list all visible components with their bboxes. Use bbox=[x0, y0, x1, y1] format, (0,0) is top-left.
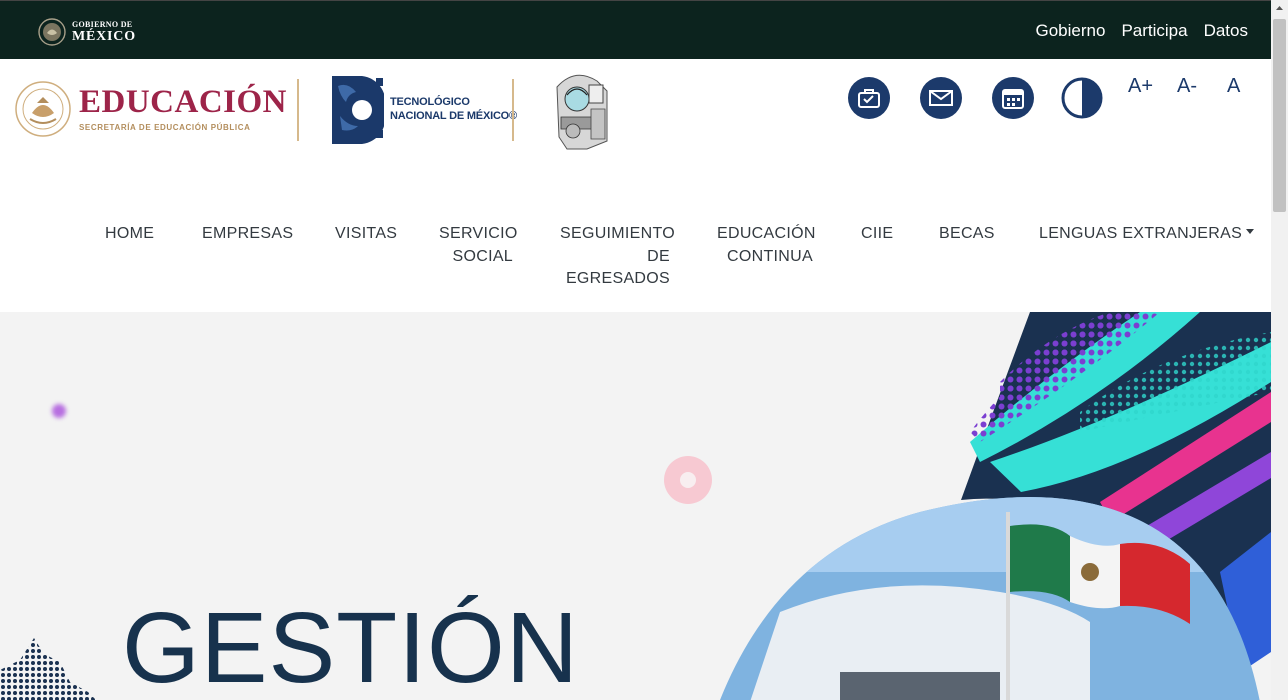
caret-down-icon bbox=[1246, 229, 1255, 235]
site-header: EDUCACIÓN SECRETARÍA DE EDUCACIÓN PÚBLIC… bbox=[0, 59, 1271, 312]
font-increase-button[interactable]: A+ bbox=[1128, 75, 1153, 98]
gov-logo-line2: MÉXICO bbox=[72, 28, 136, 44]
gobierno-de-mexico-logo[interactable]: GOBIERNO DE MÉXICO bbox=[38, 17, 136, 47]
sep-subtitle: SECRETARÍA DE EDUCACIÓN PÚBLICA bbox=[79, 123, 251, 132]
gov-link-datos[interactable]: Datos bbox=[1204, 21, 1248, 41]
font-decrease-button[interactable]: A- bbox=[1177, 75, 1197, 98]
nav-educacion-continua[interactable]: EDUCACIÓN CONTINUA bbox=[717, 223, 815, 268]
instituto-tecnologico-logo[interactable] bbox=[551, 69, 615, 151]
tecnm-gear-icon bbox=[332, 76, 384, 144]
logo-divider bbox=[512, 79, 514, 141]
hero-graphic bbox=[720, 312, 1271, 700]
nav-becas[interactable]: BECAS bbox=[939, 223, 995, 246]
sep-title: EDUCACIÓN bbox=[79, 84, 288, 120]
nav-lenguas-label: LENGUAS EXTRANJERAS bbox=[1039, 225, 1243, 242]
scroll-up-arrow-icon[interactable] bbox=[1271, 0, 1288, 17]
decorative-halftone bbox=[0, 638, 96, 700]
calendar-icon bbox=[1002, 89, 1024, 109]
contrast-icon bbox=[1061, 77, 1103, 119]
gov-top-bar: GOBIERNO DE MÉXICO Gobierno Participa Da… bbox=[0, 0, 1271, 59]
gov-link-gobierno[interactable]: Gobierno bbox=[1036, 21, 1106, 41]
logo-divider bbox=[297, 79, 299, 141]
nav-empresas[interactable]: EMPRESAS bbox=[202, 223, 293, 246]
mexico-seal-icon bbox=[38, 18, 66, 46]
font-reset-button[interactable]: A bbox=[1227, 75, 1240, 98]
envelope-icon bbox=[929, 90, 953, 106]
nav-visitas[interactable]: VISITAS bbox=[335, 223, 397, 246]
nav-lenguas-extranjeras-dropdown[interactable]: LENGUAS EXTRANJERAS bbox=[1039, 223, 1255, 246]
hero-section: GESTIÓN bbox=[0, 312, 1271, 700]
tecnm-line1: TECNOLÓGICO bbox=[390, 96, 470, 109]
decorative-dot bbox=[52, 404, 66, 418]
tecnm-line2: NACIONAL DE MÉXICO® bbox=[390, 109, 517, 122]
page-scrollbar[interactable] bbox=[1271, 0, 1288, 700]
nav-seguimiento-egresados[interactable]: SEGUIMIENTO DE EGRESADOS bbox=[560, 223, 675, 291]
gov-logo-line1: GOBIERNO DE bbox=[72, 19, 133, 29]
nav-home[interactable]: HOME bbox=[105, 223, 154, 246]
contact-button[interactable] bbox=[920, 77, 962, 119]
hero-title: GESTIÓN bbox=[122, 592, 580, 700]
accessibility-tools: A+ A- A bbox=[831, 75, 1271, 127]
tecnm-logo[interactable]: TECNOLÓGICO NACIONAL DE MÉXICO® bbox=[332, 72, 517, 147]
mailbox-icon bbox=[858, 89, 880, 108]
nav-servicio-social[interactable]: SERVICIO SOCIAL bbox=[439, 223, 517, 268]
contrast-button[interactable] bbox=[1061, 77, 1103, 119]
mailbox-button[interactable] bbox=[848, 77, 890, 119]
nav-ciie[interactable]: CIIE bbox=[861, 223, 893, 246]
national-seal-icon bbox=[15, 81, 71, 137]
gov-link-participa[interactable]: Participa bbox=[1121, 21, 1187, 41]
calendar-button[interactable] bbox=[992, 77, 1034, 119]
gov-links: Gobierno Participa Datos bbox=[1036, 1, 1249, 60]
scrollbar-thumb[interactable] bbox=[1273, 19, 1286, 212]
sep-logo[interactable]: EDUCACIÓN SECRETARÍA DE EDUCACIÓN PÚBLIC… bbox=[15, 81, 287, 137]
